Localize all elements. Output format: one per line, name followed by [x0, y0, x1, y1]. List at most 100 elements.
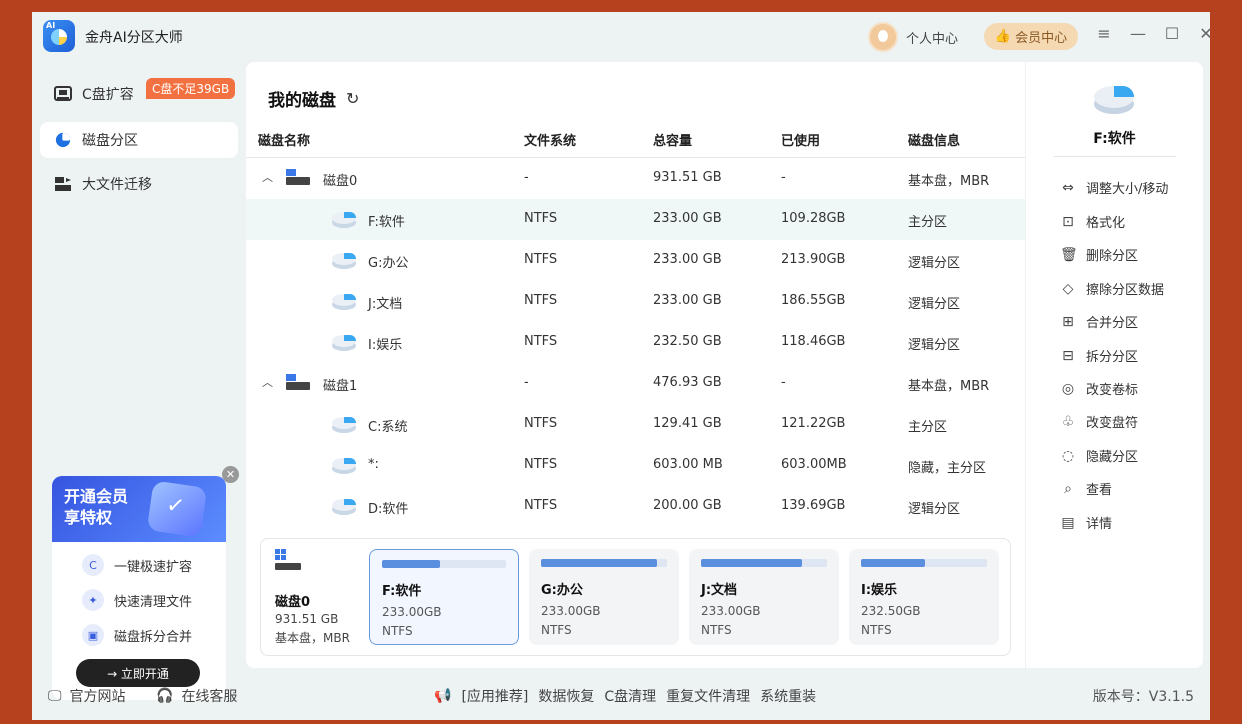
resize-icon: ⇔ [1062, 179, 1074, 196]
page-title-text: 我的磁盘 [268, 91, 336, 111]
logo-disc-icon [51, 29, 67, 45]
disk-icon [286, 169, 310, 187]
partition-size: 232.50GB [861, 604, 921, 618]
partition-fs: NTFS [382, 624, 413, 638]
table-row-partition[interactable]: J:文档 NTFS 233.00 GB 186.55GB 逻辑分区 [246, 281, 1025, 322]
row-info: 隐藏，主分区 [908, 461, 987, 476]
action-label: 隐藏分区 [1086, 450, 1139, 465]
maximize-icon[interactable]: ☐ [1162, 24, 1182, 43]
split-partition-button[interactable]: ⊟ 拆分分区 [1060, 346, 1139, 366]
table-row-disk[interactable]: ︿ 磁盘1 - 476.93 GB - 基本盘，MBR [246, 363, 1025, 404]
sidebar: C盘扩容 C盘不足39GB 磁盘分区 大文件迁移 ✕ 开通会员 享特权 C 一键… [32, 60, 246, 700]
chevron-up-icon[interactable]: ︿ [262, 374, 273, 390]
hide-partition-button[interactable]: ◌ 隐藏分区 [1060, 446, 1139, 466]
partition-icon [332, 496, 356, 516]
main-panel: 我的磁盘 ↻ 磁盘名称 文件系统 总容量 已使用 磁盘信息 ︿ 磁盘0 - 93… [246, 62, 1025, 668]
disk-map: 磁盘0 931.51 GB 基本盘，MBR F:软件 233.00GB NTFS… [260, 538, 1011, 656]
member-center-label: 会员中心 [1015, 31, 1068, 46]
recommend-link-data-recovery[interactable]: 数据恢复 [538, 686, 594, 706]
promo-title-line1: 开通会员 [64, 487, 129, 506]
table-row-partition[interactable]: C:系统 NTFS 129.41 GB 121.22GB 主分区 [246, 404, 1025, 445]
partition-size: 233.00GB [701, 604, 761, 618]
footer-label: 官方网站 [69, 689, 126, 705]
c-drive-icon: C [82, 554, 104, 576]
row-total: 476.93 GB [653, 375, 722, 390]
recommend-link-c-clean[interactable]: C盘清理 [604, 686, 656, 706]
delete-partition-button[interactable]: 🗑 删除分区 [1060, 245, 1139, 265]
sidebar-item-migrate[interactable]: 大文件迁移 [40, 166, 238, 202]
disk-map-partition[interactable]: G:办公 233.00GB NTFS [529, 549, 679, 645]
view-button[interactable]: ⌕ 查看 [1060, 479, 1112, 499]
row-used: 186.55GB [781, 293, 846, 308]
action-label: 格式化 [1086, 216, 1126, 231]
row-info: 逻辑分区 [908, 256, 961, 271]
row-total: 931.51 GB [653, 170, 722, 185]
partition-icon [332, 332, 356, 352]
minimize-icon[interactable]: — [1128, 24, 1148, 43]
merge-icon: ⊞ [1062, 313, 1074, 330]
resize-move-button[interactable]: ⇔ 调整大小/移动 [1060, 178, 1168, 198]
row-fs: NTFS [524, 457, 558, 472]
table-row-disk[interactable]: ︿ 磁盘0 - 931.51 GB - 基本盘，MBR [246, 158, 1025, 199]
chevron-up-icon[interactable]: ︿ [262, 169, 273, 185]
usage-bar [861, 559, 987, 567]
change-letter-button[interactable]: ♧ 改变盘符 [1060, 412, 1138, 432]
partition-icon [332, 209, 356, 229]
action-label: 擦除分区数据 [1086, 283, 1165, 298]
disk-table: ︿ 磁盘0 - 931.51 GB - 基本盘，MBR F:软件 NTFS 23… [246, 158, 1025, 522]
row-used: - [781, 375, 786, 390]
row-info: 主分区 [908, 420, 948, 435]
member-center-button[interactable]: 👍 会员中心 [984, 23, 1078, 50]
partition-actions-panel: F:软件 ⇔ 调整大小/移动 ⊡ 格式化 🗑 删除分区 ◇ 擦除分区数据 ⊞ 合并分区 ⊟… [1026, 62, 1203, 668]
user-center-button[interactable]: 个人中心 [868, 22, 958, 52]
format-button[interactable]: ⊡ 格式化 [1060, 212, 1126, 232]
monitor-icon: 🖵 [48, 688, 62, 704]
col-header-name: 磁盘名称 [258, 134, 311, 149]
table-row-partition[interactable]: F:软件 NTFS 233.00 GB 109.28GB 主分区 [246, 199, 1025, 240]
row-fs: - [524, 375, 529, 390]
disk-icon [275, 549, 301, 570]
partition-icon [332, 455, 356, 475]
close-icon[interactable]: ✕ [1196, 24, 1216, 43]
recommend-link-duplicate-clean[interactable]: 重复文件清理 [666, 686, 750, 706]
sidebar-item-label: C盘扩容 [82, 87, 134, 103]
table-row-partition[interactable]: I:娱乐 NTFS 232.50 GB 118.46GB 逻辑分区 [246, 322, 1025, 363]
tag-icon: ◎ [1061, 380, 1075, 397]
c-drive-warning-badge: C盘不足39GB [146, 78, 236, 99]
action-label: 删除分区 [1086, 249, 1139, 264]
thumb-up-icon: 👍 [994, 29, 1012, 44]
wipe-partition-button[interactable]: ◇ 擦除分区数据 [1060, 279, 1165, 299]
row-fs: NTFS [524, 498, 558, 513]
promo-item-label: 快速清理文件 [114, 594, 193, 610]
row-total: 232.50 GB [653, 334, 722, 349]
details-button[interactable]: ▤ 详情 [1060, 513, 1112, 533]
recommend-link-system-reinstall[interactable]: 系统重装 [760, 686, 816, 706]
merge-partition-button[interactable]: ⊞ 合并分区 [1060, 312, 1138, 332]
eye-off-icon: ◌ [1061, 447, 1075, 464]
row-used: 121.22GB [781, 416, 846, 431]
menu-icon[interactable]: ≡ [1094, 24, 1114, 43]
table-row-partition[interactable]: *: NTFS 603.00 MB 603.00MB 隐藏，主分区 [246, 445, 1025, 486]
action-label: 拆分分区 [1086, 350, 1139, 365]
logo-badge: AI [46, 21, 56, 30]
row-name: 磁盘1 [323, 379, 358, 394]
table-row-partition[interactable]: D:软件 NTFS 200.00 GB 139.69GB 逻辑分区 [246, 486, 1025, 522]
row-name: C:系统 [368, 420, 408, 435]
row-total: 233.00 GB [653, 252, 722, 267]
sidebar-item-label: 磁盘分区 [82, 133, 138, 149]
promo-title: 开通会员 享特权 [64, 486, 128, 528]
official-website-link[interactable]: 🖵 官方网站 [48, 686, 126, 706]
partition-size: 233.00GB [382, 605, 442, 619]
disk-map-partition[interactable]: I:娱乐 232.50GB NTFS [849, 549, 999, 645]
table-row-partition[interactable]: G:办公 NTFS 233.00 GB 213.90GB 逻辑分区 [246, 240, 1025, 281]
disk-map-partition[interactable]: F:软件 233.00GB NTFS [369, 549, 519, 645]
change-label-button[interactable]: ◎ 改变卷标 [1060, 379, 1138, 399]
online-support-link[interactable]: 🎧 在线客服 [156, 686, 237, 706]
avatar [868, 22, 898, 52]
refresh-icon[interactable]: ↻ [346, 89, 359, 108]
divider [1054, 156, 1176, 157]
disk-map-partition[interactable]: J:文档 233.00GB NTFS [689, 549, 839, 645]
row-fs: - [524, 170, 529, 185]
app-logo-icon: AI [43, 20, 75, 52]
sidebar-item-partition[interactable]: 磁盘分区 [40, 122, 238, 158]
